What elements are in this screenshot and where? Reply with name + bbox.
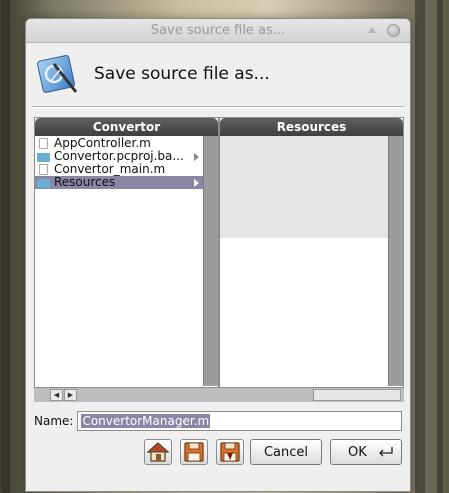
home-button[interactable] (144, 439, 172, 465)
document-icon (37, 164, 49, 175)
document-icon (37, 138, 49, 149)
floppy-disk-down-icon (220, 442, 240, 462)
background-tree-trunk (415, 0, 425, 493)
ok-label: OK (348, 444, 367, 460)
filename-field[interactable]: ConvertorManager.m (77, 411, 402, 431)
name-row: Name: ConvertorManager.m (34, 411, 402, 431)
folder-icon (37, 177, 50, 188)
dialog-header: Save source file as... (26, 43, 410, 105)
file-browser: Convertor AppController.m Convertor.pcpr… (34, 117, 404, 402)
column-empty-area (220, 136, 388, 238)
vertical-scrollbar[interactable] (203, 136, 218, 386)
item-label: Resources (54, 175, 116, 189)
scroll-left-icon[interactable]: ◀ (50, 389, 63, 401)
scroll-right-icon[interactable]: ▶ (64, 389, 77, 401)
header-separator (32, 106, 404, 108)
list-item-selected[interactable]: Resources (35, 176, 203, 189)
return-key-icon (378, 447, 393, 457)
browser-column-resources: Resources (219, 117, 404, 402)
button-row: Cancel OK (34, 439, 404, 465)
title-bar[interactable]: Save source file as... (26, 19, 410, 43)
chevron-right-icon (194, 179, 199, 187)
column-title: Resources (220, 118, 403, 136)
floppy-disk-icon (184, 442, 204, 462)
save-dialog: Save source file as... Save source file … (25, 18, 411, 492)
dialog-heading: Save source file as... (94, 64, 270, 84)
scroll-knob[interactable] (313, 389, 401, 401)
cancel-label: Cancel (263, 444, 309, 460)
background-tree-trunk (2, 0, 10, 493)
chevron-right-icon (194, 153, 199, 161)
name-label: Name: (34, 414, 74, 428)
browser-column-convertor: Convertor AppController.m Convertor.pcpr… (34, 117, 219, 402)
minimize-icon[interactable] (368, 27, 376, 33)
close-icon[interactable] (387, 24, 400, 37)
horizontal-scrollbar[interactable]: ◀ ▶ (34, 387, 404, 402)
vertical-scrollbar[interactable] (388, 136, 403, 386)
filename-value: ConvertorManager.m (81, 414, 211, 428)
window-title: Save source file as... (150, 23, 286, 38)
home-icon (146, 442, 170, 462)
column-list: AppController.m Convertor.pcproj.ba... C… (35, 136, 203, 386)
save-button[interactable] (180, 439, 208, 465)
column-title: Convertor (35, 118, 218, 136)
background-tree-trunk (437, 0, 443, 493)
folder-icon (37, 151, 50, 162)
save-download-button[interactable] (216, 439, 244, 465)
cancel-button[interactable]: Cancel (250, 439, 322, 465)
project-center-app-icon (36, 52, 80, 96)
ok-button[interactable]: OK (330, 439, 402, 465)
